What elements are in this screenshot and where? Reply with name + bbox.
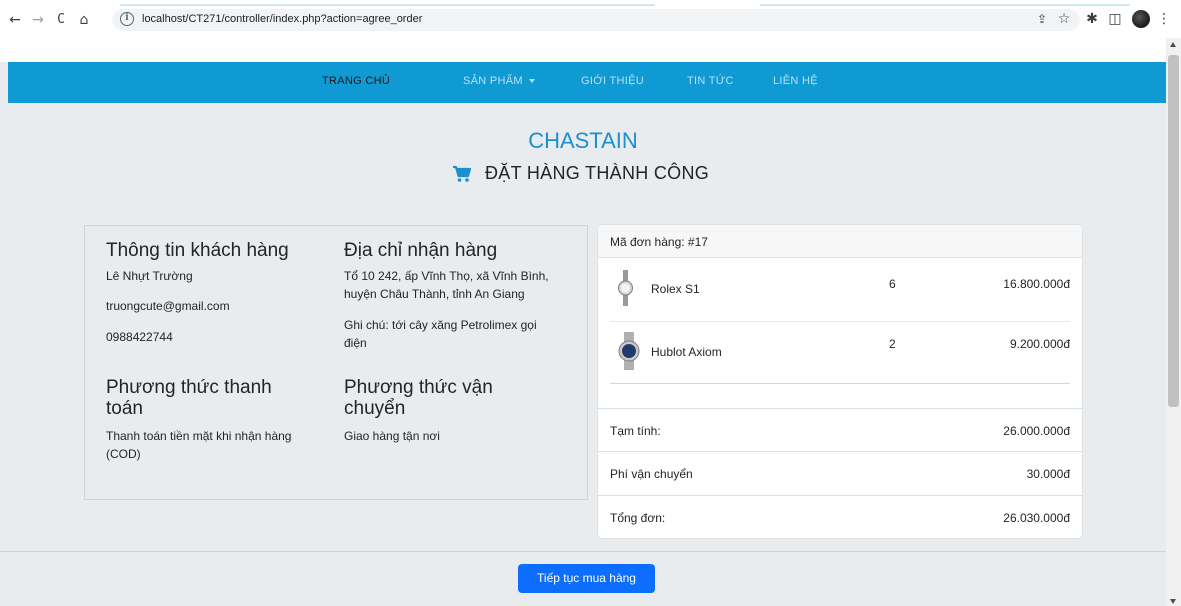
- order-item-qty: 6: [889, 277, 896, 291]
- nav-item-products[interactable]: SẢN PHẨM: [463, 75, 535, 87]
- order-item-price: 16.800.000đ: [1003, 277, 1070, 291]
- order-note-line-2: điện: [344, 336, 367, 350]
- order-item-name: Rolex S1: [651, 282, 700, 296]
- order-summary-card: Mã đơn hàng: #17 Rolex S1 6 16.800.000đ …: [597, 224, 1083, 539]
- subtotal-label: Tạm tính:: [610, 424, 661, 438]
- hublot-watch-thumbnail: [618, 332, 640, 370]
- side-panel-icon[interactable]: ◫: [1106, 10, 1124, 28]
- tab-strip: [0, 0, 1181, 6]
- reload-icon[interactable]: C: [52, 11, 70, 29]
- shipping-fee-row: Phí vận chuyển 30.000đ: [598, 451, 1082, 495]
- order-item-price: 9.200.000đ: [1009, 337, 1070, 351]
- caret-down-icon: [528, 79, 535, 84]
- payment-method-heading-line-1: Phương thức thanh: [106, 377, 272, 398]
- order-summary-header: Mã đơn hàng: #17: [598, 225, 1082, 258]
- payment-method-heading-line-2: toán: [106, 398, 143, 419]
- order-success-title: ĐẶT HÀNG THÀNH CÔNG: [485, 163, 710, 183]
- nav-item-about[interactable]: GIỚI THIỆU: [581, 75, 644, 87]
- scroll-thumb[interactable]: [1168, 55, 1179, 407]
- total-row: Tổng đơn: 26.030.000đ: [598, 495, 1082, 538]
- browser-toolbar: ← → C ⌂ i localhost/CT271/controller/ind…: [0, 0, 1181, 38]
- continue-shopping-button[interactable]: Tiếp tục mua hàng: [518, 564, 655, 593]
- order-item-row: Hublot Axiom 2 9.200.000đ: [610, 324, 1070, 386]
- main-navbar: TRANG CHỦ SẢN PHẨM GIỚI THIỆU TIN TỨC LI…: [8, 62, 1166, 103]
- nav-item-products-label: SẢN PHẨM: [463, 75, 523, 87]
- site-info-icon[interactable]: i: [120, 12, 134, 26]
- shipping-method-value: Giao hàng tận nơi: [344, 429, 440, 443]
- home-icon[interactable]: ⌂: [75, 11, 93, 29]
- rolex-watch-thumbnail: [618, 270, 634, 306]
- extensions-icon[interactable]: ✱: [1083, 10, 1101, 28]
- customer-email: truongcute@gmail.com: [106, 299, 230, 313]
- shipping-method-heading-line-2: chuyển: [344, 398, 406, 419]
- order-item-qty: 2: [889, 337, 896, 351]
- bookmark-star-icon[interactable]: ☆: [1055, 10, 1073, 28]
- customer-info-panel: Thông tin khách hàng Lê Nhựt Trường truo…: [84, 225, 588, 500]
- nav-item-news[interactable]: TIN TỨC: [687, 75, 734, 87]
- items-end-divider: [610, 383, 1070, 384]
- order-item-row: Rolex S1 6 16.800.000đ: [610, 262, 1070, 324]
- scroll-up-arrow-icon[interactable]: [1170, 42, 1176, 47]
- customer-phone: 0988422744: [106, 330, 173, 344]
- profile-avatar[interactable]: [1132, 10, 1150, 28]
- page-scrollbar[interactable]: [1166, 38, 1181, 606]
- nav-item-home[interactable]: TRANG CHỦ: [322, 75, 390, 87]
- total-label: Tổng đơn:: [610, 511, 666, 525]
- address-line-2: huyện Châu Thành, tỉnh An Giang: [344, 287, 525, 301]
- subtotal-value: 26.000.000đ: [1003, 424, 1070, 438]
- top-spacer: [0, 38, 1166, 62]
- address-bar[interactable]: i localhost/CT271/controller/index.php?a…: [112, 9, 1080, 31]
- shipping-fee-label: Phí vận chuyển: [610, 467, 693, 481]
- share-icon[interactable]: ⇪: [1033, 10, 1051, 28]
- browser-menu-icon[interactable]: ⋮: [1155, 10, 1173, 28]
- brand-title: CHASTAIN: [528, 128, 638, 153]
- shipping-fee-value: 30.000đ: [1026, 467, 1070, 481]
- order-item-name: Hublot Axiom: [651, 345, 722, 359]
- shipping-address-heading: Địa chỉ nhận hàng: [344, 240, 498, 261]
- scroll-down-arrow-icon[interactable]: [1170, 599, 1176, 604]
- nav-item-contact[interactable]: LIÊN HỆ: [773, 75, 818, 87]
- shopping-cart-icon: [453, 165, 472, 182]
- customer-info-heading: Thông tin khách hàng: [106, 240, 289, 261]
- address-line-1: Tổ 10 242, ấp Vĩnh Thọ, xã Vĩnh Bình,: [344, 269, 549, 283]
- forward-icon[interactable]: →: [29, 11, 47, 29]
- subtotal-row: Tạm tính: 26.000.000đ: [598, 408, 1082, 452]
- page-content: TRANG CHỦ SẢN PHẨM GIỚI THIỆU TIN TỨC LI…: [0, 38, 1166, 606]
- shipping-method-heading-line-1: Phương thức vận: [344, 377, 493, 398]
- total-value: 26.030.000đ: [1003, 511, 1070, 525]
- footer-divider: [0, 551, 1166, 552]
- customer-name: Lê Nhựt Trường: [106, 269, 193, 283]
- item-divider: [610, 321, 1070, 322]
- order-note-line-1: Ghi chú: tới cây xăng Petrolimex gọi: [344, 318, 537, 332]
- payment-method-line-2: (COD): [106, 447, 141, 461]
- url-text[interactable]: localhost/CT271/controller/index.php?act…: [142, 13, 422, 25]
- payment-method-line-1: Thanh toán tiền mặt khi nhận hàng: [106, 429, 292, 443]
- order-code: Mã đơn hàng: #17: [610, 235, 708, 249]
- back-icon[interactable]: ←: [6, 11, 24, 29]
